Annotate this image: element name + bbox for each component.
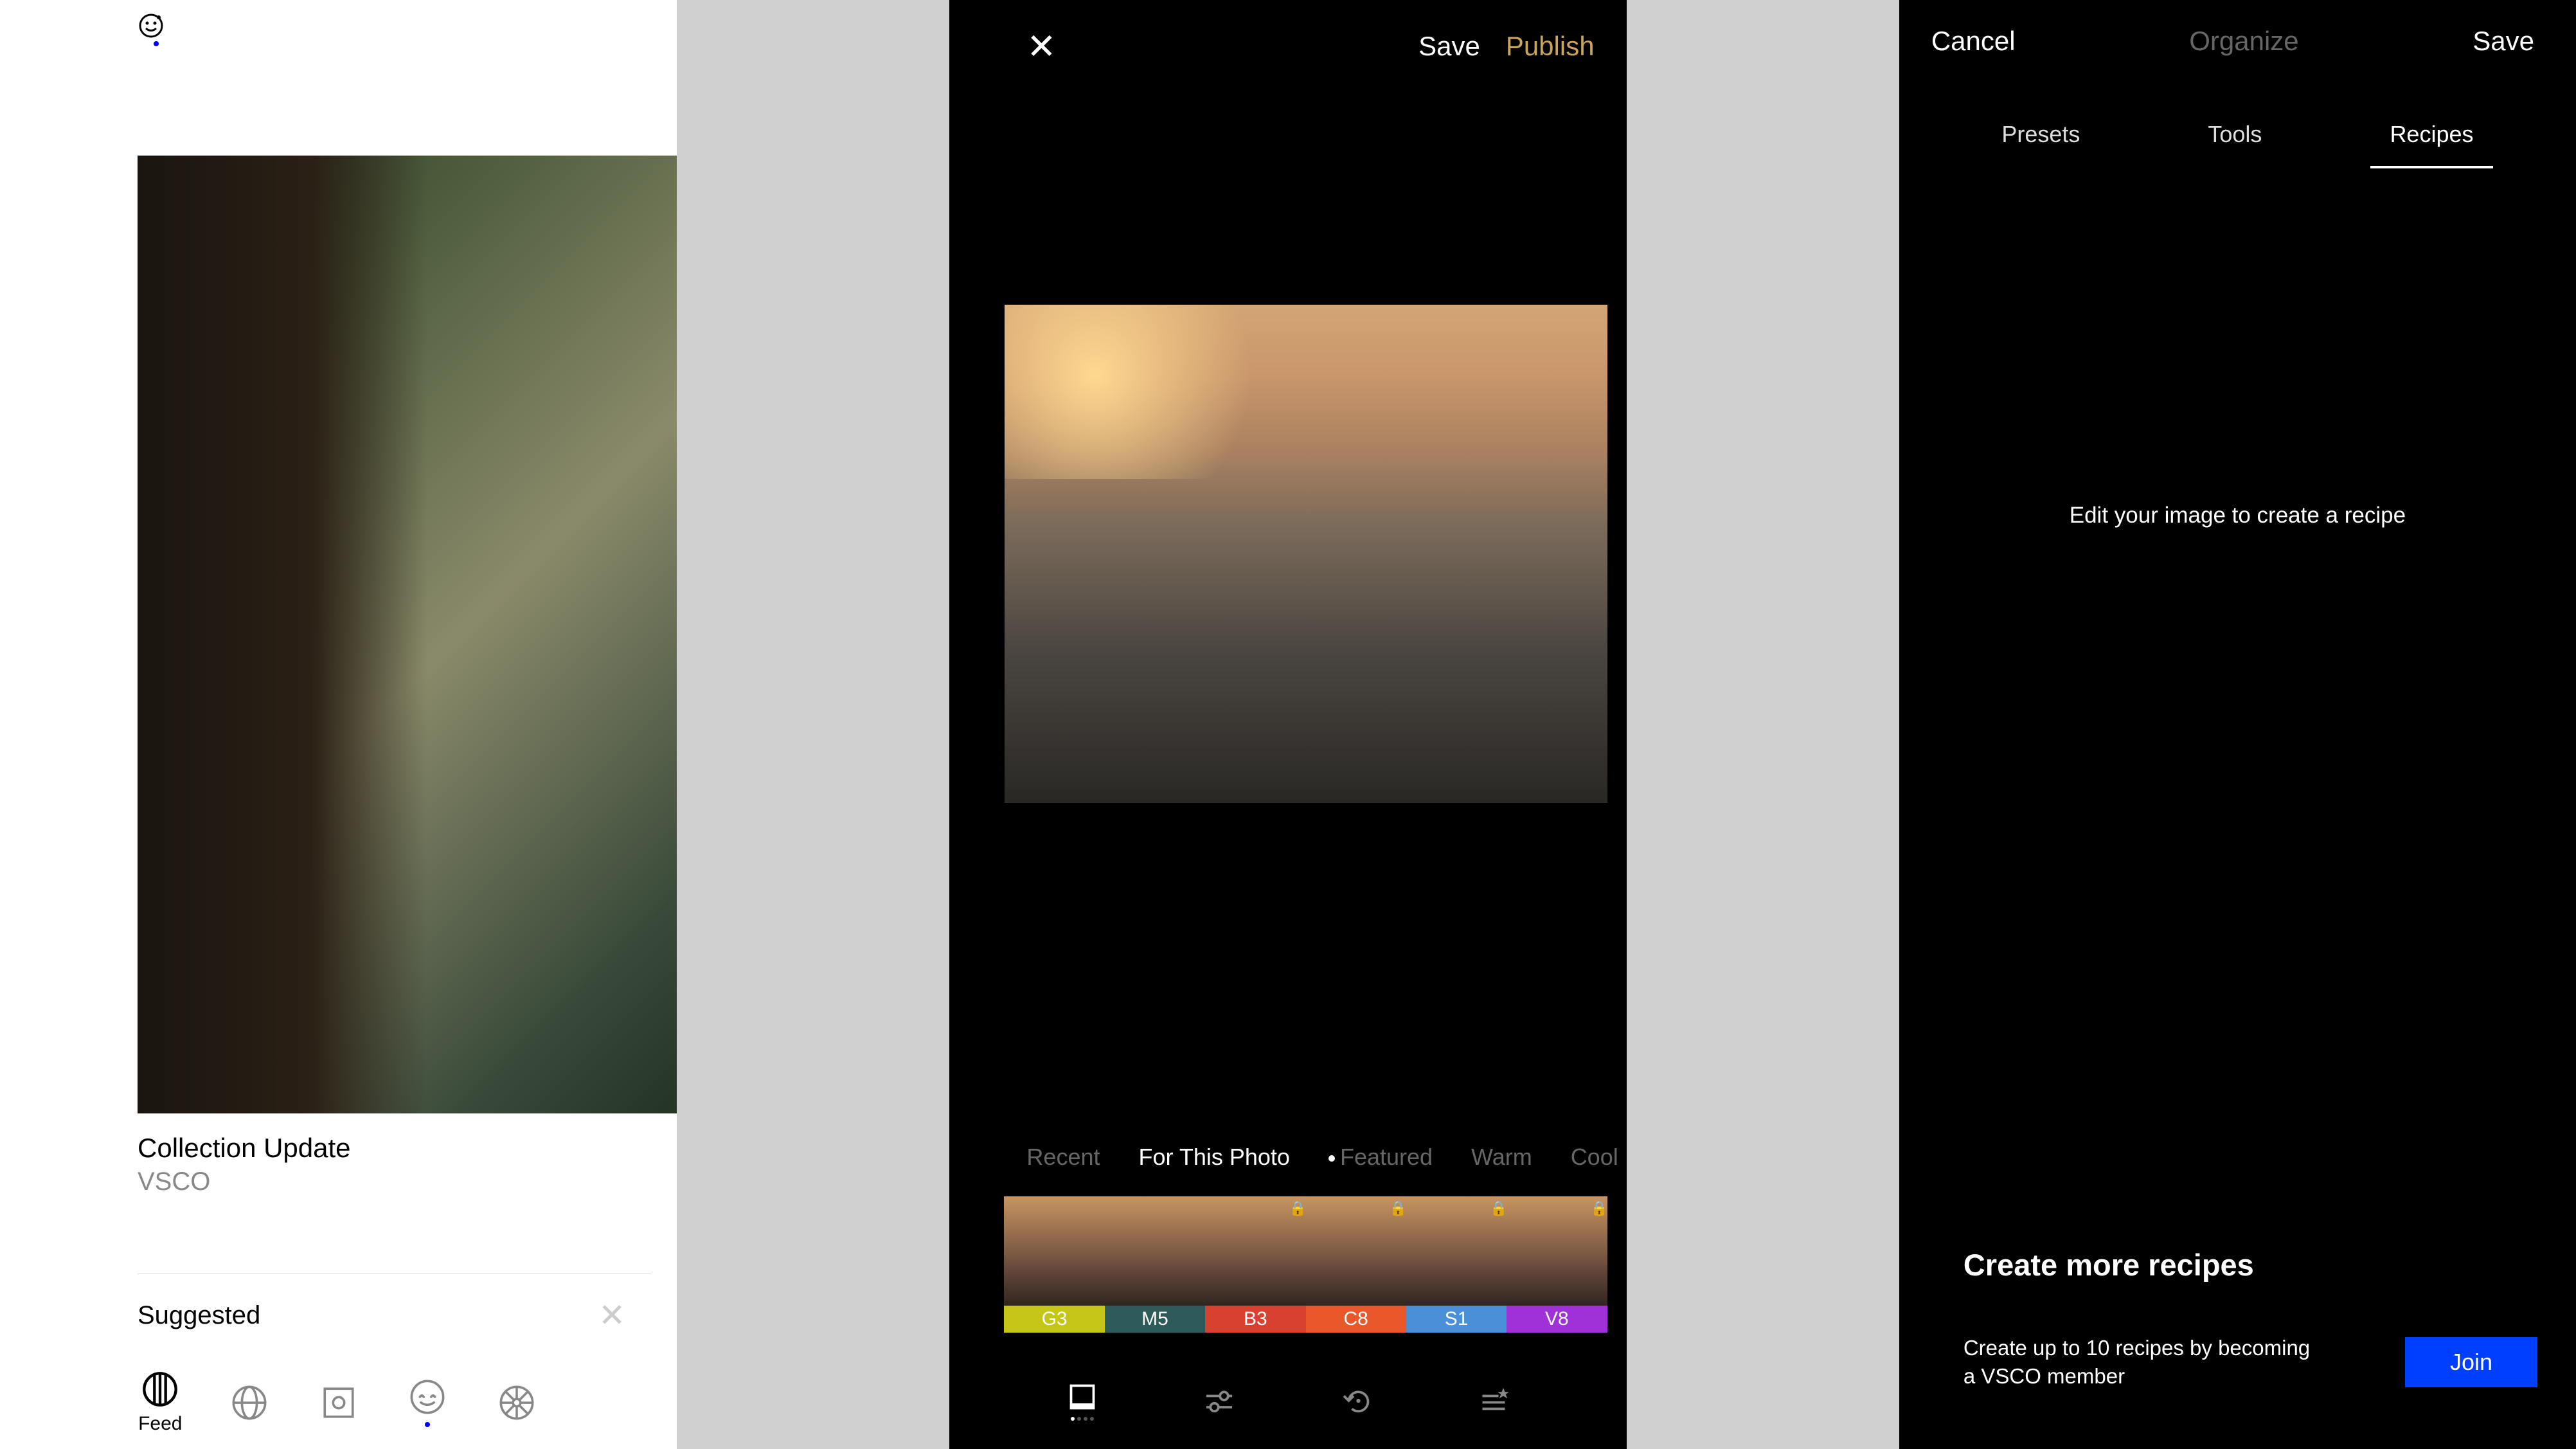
feed-header: [0, 0, 677, 53]
editor-bottom-bar: [949, 1365, 1626, 1449]
tab-recipes[interactable]: Recipes: [2370, 121, 2492, 168]
preset-thumb: 🔒: [1507, 1196, 1607, 1306]
recipe-sliders-star-icon: [1478, 1385, 1510, 1417]
suggested-section-header: Suggested ✕: [138, 1297, 651, 1334]
post-title: Collection Update: [138, 1133, 651, 1164]
preset-v8[interactable]: 🔒 V8: [1507, 1196, 1607, 1333]
lock-icon: 🔒: [1591, 1200, 1604, 1213]
globe-icon: [231, 1384, 268, 1421]
organize-button[interactable]: Organize: [2189, 26, 2298, 57]
preset-code-label: M5: [1105, 1306, 1205, 1333]
wheel-icon: [498, 1384, 535, 1421]
preset-code-label: B3: [1205, 1306, 1305, 1333]
screen-feed: Collection Update VSCO Suggested ✕ Feed: [0, 0, 677, 1449]
lock-icon: 🔒: [1390, 1200, 1402, 1213]
dismiss-suggested-icon[interactable]: ✕: [598, 1297, 625, 1334]
tool-adjust[interactable]: [1203, 1385, 1235, 1417]
preset-s1[interactable]: 🔒 S1: [1406, 1196, 1507, 1333]
save-button[interactable]: Save: [2473, 26, 2534, 57]
studio-frame-icon: [320, 1384, 357, 1421]
feed-icon: [141, 1371, 179, 1408]
cat-cool[interactable]: Cool: [1571, 1144, 1618, 1171]
post-author[interactable]: VSCO: [138, 1167, 651, 1196]
preset-b3[interactable]: 🔒 B3: [1205, 1196, 1305, 1333]
cat-for-this-photo[interactable]: For This Photo: [1139, 1144, 1290, 1171]
preset-code-label: S1: [1406, 1306, 1507, 1333]
suggested-label: Suggested: [138, 1301, 260, 1330]
profile-notification-dot: [425, 1422, 430, 1427]
preset-thumb: [1105, 1196, 1205, 1306]
publish-button[interactable]: Publish: [1506, 31, 1595, 62]
editor-header: ✕ Save Publish: [949, 0, 1626, 93]
preset-thumb: [1004, 1196, 1104, 1306]
tool-presets[interactable]: [1066, 1381, 1098, 1421]
preset-code-label: C8: [1306, 1306, 1406, 1333]
tool-history[interactable]: [1341, 1385, 1373, 1417]
close-icon[interactable]: ✕: [1026, 26, 1056, 67]
empty-recipes-hint: Edit your image to create a recipe: [1899, 503, 2576, 528]
bottom-nav: Feed: [0, 1356, 677, 1449]
presets-icon: [1066, 1381, 1098, 1413]
preset-code-label: V8: [1507, 1306, 1607, 1333]
tab-tools[interactable]: Tools: [2188, 121, 2281, 168]
recipes-header: Cancel Organize Save: [1899, 0, 2576, 82]
preset-thumb: 🔒: [1306, 1196, 1406, 1306]
tab-presets[interactable]: Presets: [1982, 121, 2099, 168]
preset-m5[interactable]: M5: [1105, 1196, 1205, 1333]
nav-feed-label: Feed: [138, 1413, 182, 1435]
screen-editor: ✕ Save Publish Recent For This Photo Fea…: [949, 0, 1626, 1449]
save-button[interactable]: Save: [1418, 31, 1480, 62]
editor-tabs: Presets Tools Recipes: [1899, 82, 2576, 168]
cancel-button[interactable]: Cancel: [1931, 26, 2016, 57]
preset-g3[interactable]: G3: [1004, 1196, 1104, 1333]
nav-studio[interactable]: [310, 1384, 368, 1421]
upsell-title: Create more recipes: [1963, 1247, 2537, 1282]
editor-canvas-image[interactable]: [1005, 305, 1607, 803]
preset-category-bar: Recent For This Photo Featured Warm Cool: [949, 803, 1626, 1171]
feed-post-image[interactable]: [138, 156, 677, 1113]
lock-icon: 🔒: [1490, 1200, 1503, 1213]
preset-thumb: 🔒: [1406, 1196, 1507, 1306]
cat-warm[interactable]: Warm: [1471, 1144, 1532, 1171]
nav-profile[interactable]: [398, 1378, 456, 1427]
cat-recent[interactable]: Recent: [1026, 1144, 1100, 1171]
featured-dot-icon: [1328, 1155, 1335, 1162]
preset-code-label: G3: [1004, 1306, 1104, 1333]
vsco-seal-logo[interactable]: [138, 13, 164, 46]
sliders-icon: [1203, 1385, 1235, 1417]
undo-history-icon: [1341, 1385, 1373, 1417]
nav-membership[interactable]: [488, 1384, 546, 1421]
join-button[interactable]: Join: [2405, 1337, 2537, 1387]
preset-strip: G3M5 🔒 B3 🔒 C8 🔒 S1 🔒 V8: [1004, 1196, 1607, 1333]
preset-thumb: 🔒: [1205, 1196, 1305, 1306]
lock-icon: 🔒: [1289, 1200, 1302, 1213]
pager-dots: [1071, 1417, 1094, 1421]
tool-recipes[interactable]: [1478, 1385, 1510, 1417]
nav-feed[interactable]: Feed: [131, 1371, 189, 1435]
screen-recipes: Cancel Organize Save Presets Tools Recip…: [1899, 0, 2576, 1449]
seal-icon: [138, 13, 164, 39]
recipes-upsell: Create more recipes Create up to 10 reci…: [1899, 1247, 2537, 1391]
preset-c8[interactable]: 🔒 C8: [1306, 1196, 1406, 1333]
nav-discover[interactable]: [220, 1384, 278, 1421]
face-icon: [409, 1378, 446, 1416]
cat-featured[interactable]: Featured: [1328, 1144, 1433, 1171]
notification-dot: [154, 41, 159, 46]
upsell-text: Create up to 10 recipes by becoming a VS…: [1963, 1334, 2323, 1391]
